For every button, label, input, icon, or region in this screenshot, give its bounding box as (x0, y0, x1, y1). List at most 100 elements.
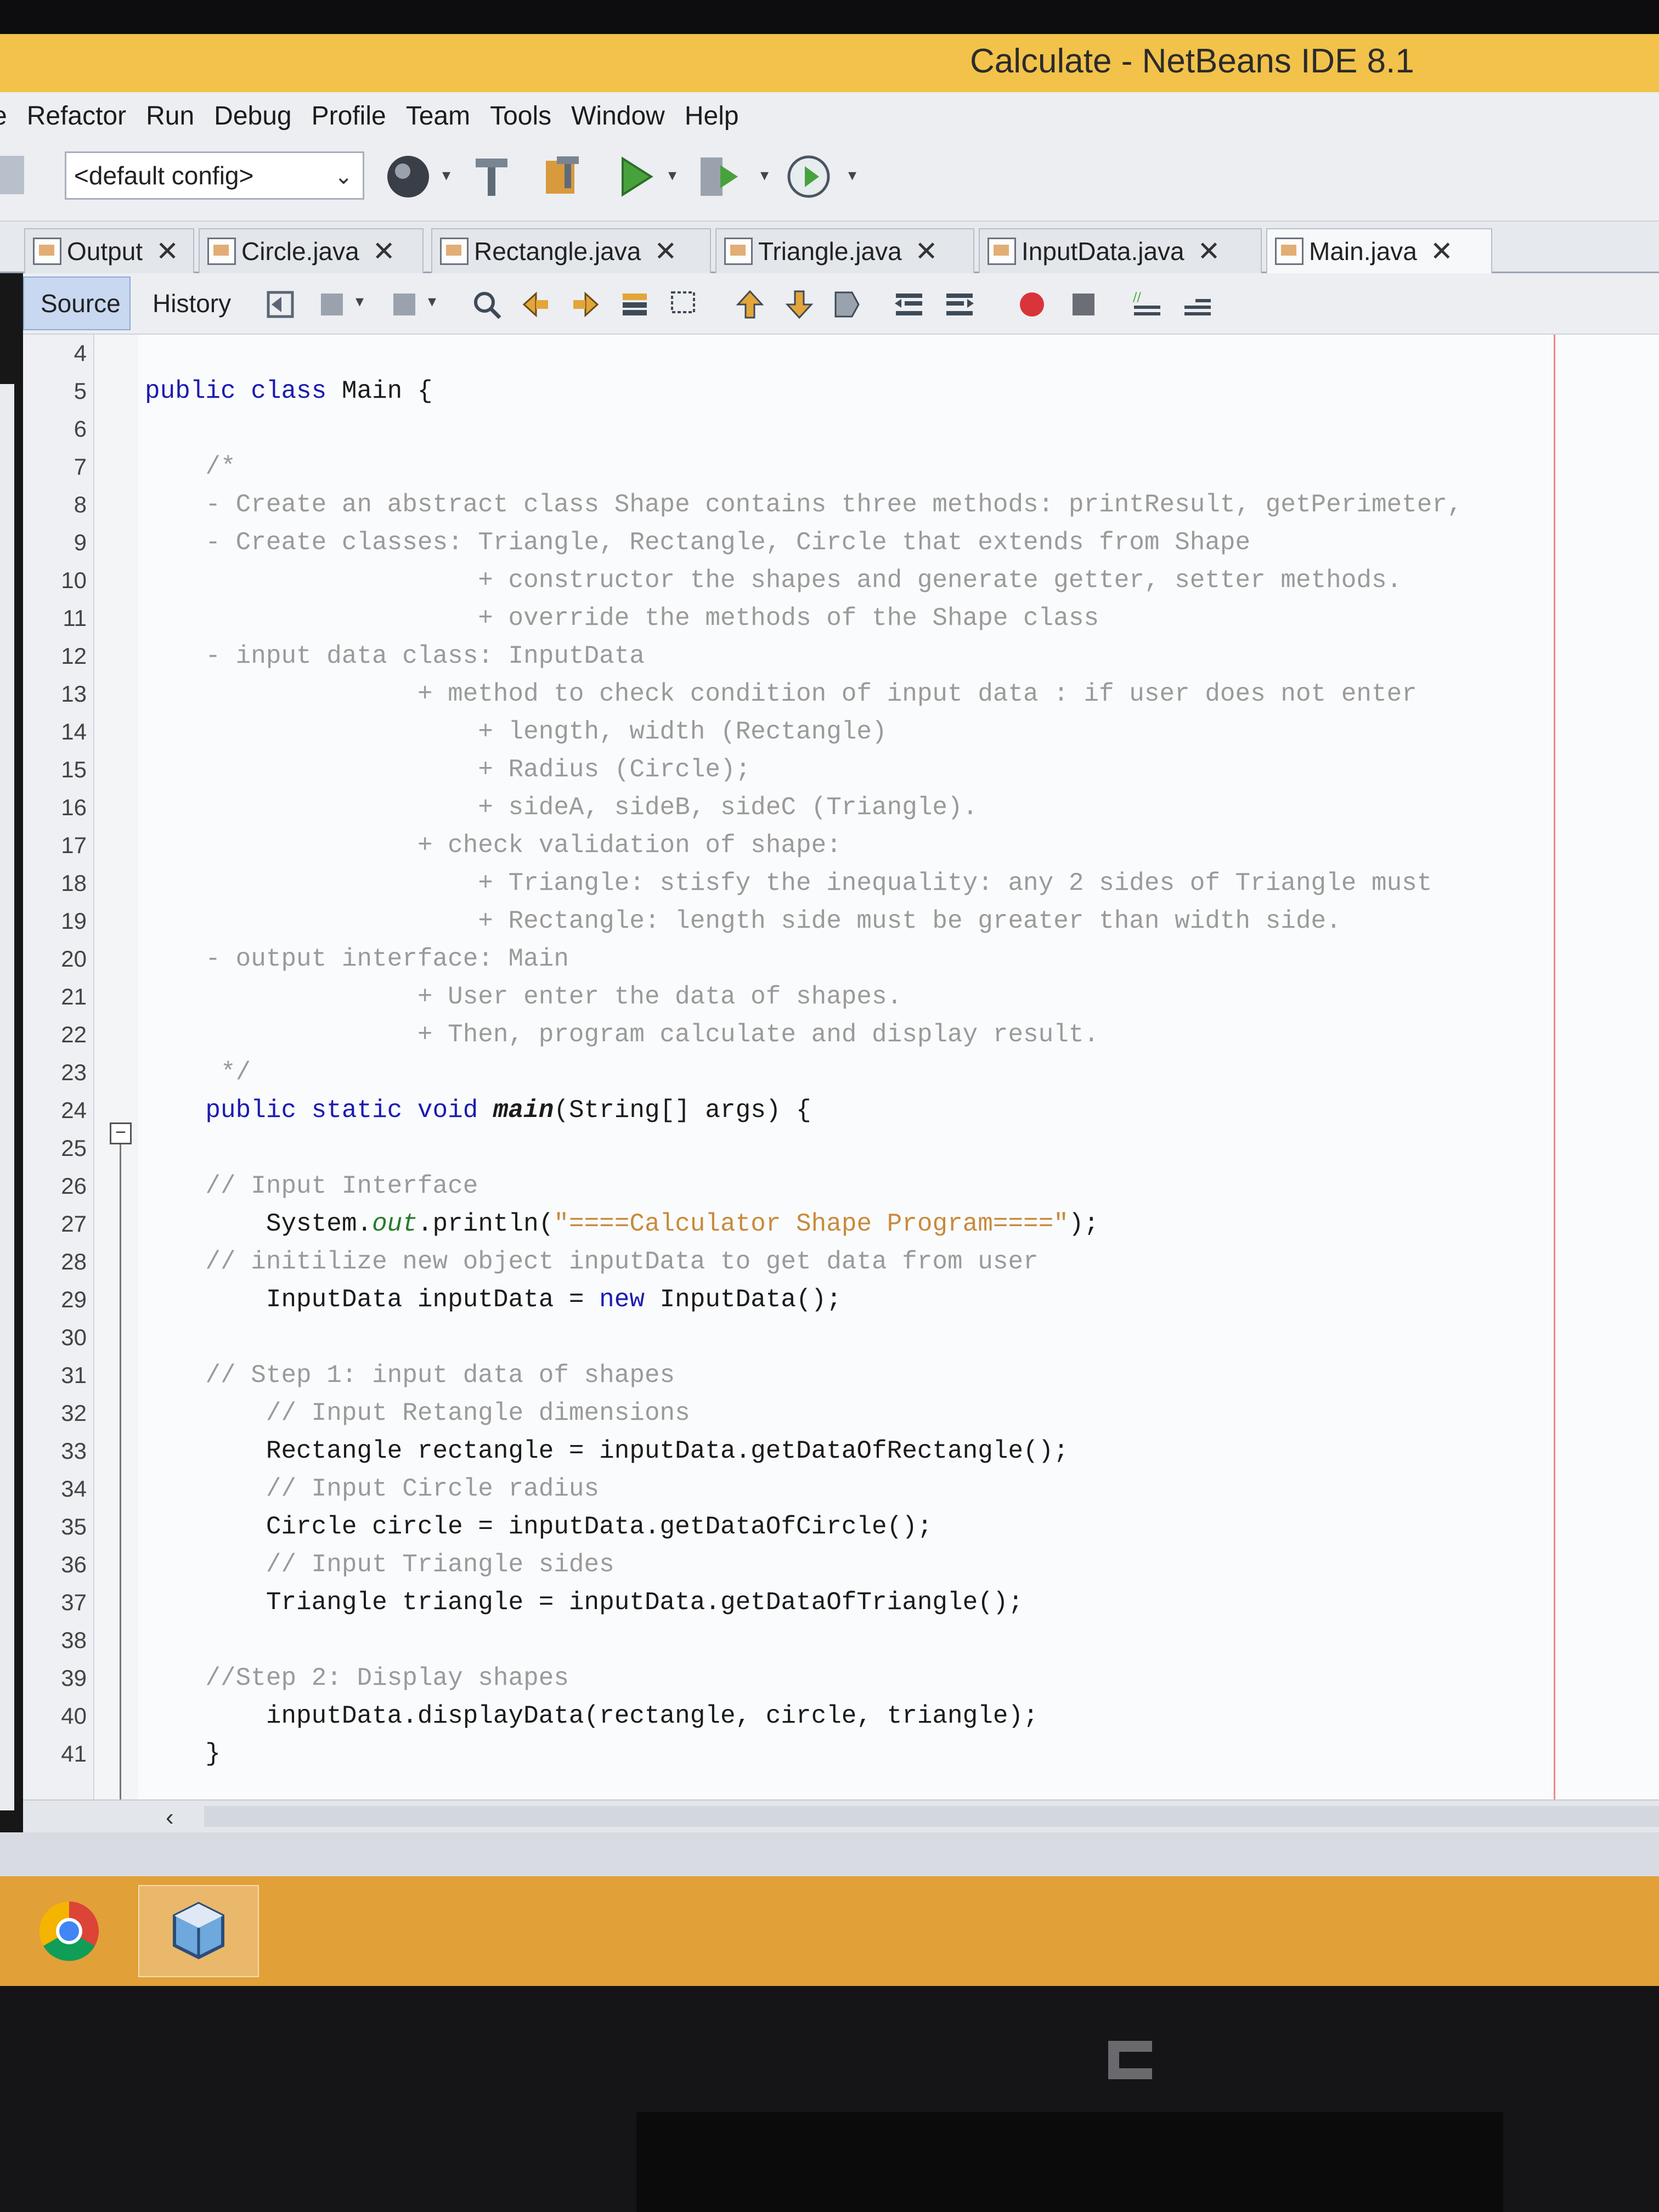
record-macro-icon[interactable] (1013, 285, 1051, 324)
chrome-icon[interactable] (9, 1885, 129, 1977)
code-line: 37 Triangle triangle = inputData.getData… (23, 1584, 1659, 1622)
history-button[interactable]: History (136, 276, 240, 330)
line-number: 25 (61, 1135, 87, 1161)
line-number: 15 (61, 757, 87, 782)
line-number: 16 (61, 794, 87, 820)
line-number: 33 (61, 1438, 87, 1464)
code-line: 41 } (23, 1735, 1659, 1773)
shift-left-icon[interactable] (890, 285, 928, 324)
config-select[interactable]: <default config> ⌄ (65, 151, 364, 200)
previous-bookmark-icon[interactable] (731, 285, 769, 324)
close-icon[interactable]: ✕ (156, 235, 179, 267)
profile-dropdown-caret[interactable]: ▾ (848, 166, 856, 185)
menu-item-window[interactable]: Window (571, 101, 665, 131)
menu-item-edit[interactable]: e (0, 101, 7, 131)
find-previous-icon[interactable] (517, 285, 555, 324)
code-text: - output interface: Main (145, 945, 569, 973)
tab-label: Circle.java (241, 237, 359, 266)
code-line: 8 - Create an abstract class Shape conta… (23, 486, 1659, 524)
run-icon[interactable] (609, 150, 662, 203)
code-text: inputData.displayData(rectangle, circle,… (145, 1702, 1039, 1730)
line-number: 40 (61, 1703, 87, 1729)
stop-macro-icon[interactable] (1064, 285, 1103, 324)
back-icon[interactable] (313, 285, 351, 324)
close-icon[interactable]: ✕ (654, 235, 677, 267)
close-icon[interactable]: ✕ (915, 235, 938, 267)
code-line: 23 */ (23, 1054, 1659, 1092)
debug-icon[interactable] (692, 150, 745, 203)
window-title-bar: Calculate - NetBeans IDE 8.1 (0, 34, 1659, 92)
close-icon[interactable]: ✕ (1198, 235, 1221, 267)
uncomment-icon[interactable] (1178, 285, 1217, 324)
scroll-left-icon[interactable]: ‹ (166, 1804, 174, 1831)
code-line: 13 + method to check condition of input … (23, 675, 1659, 713)
code-line: 40 inputData.displayData(rectangle, circ… (23, 1697, 1659, 1735)
toolbar-partial-icon[interactable] (0, 156, 24, 194)
menu-item-help[interactable]: Help (685, 101, 739, 131)
java-file-icon (1275, 238, 1304, 265)
clean-build-icon[interactable] (535, 150, 588, 203)
menu-item-team[interactable]: Team (406, 101, 470, 131)
globe-dropdown-caret[interactable]: ▾ (442, 166, 450, 185)
back-dropdown-caret[interactable]: ▾ (356, 292, 364, 311)
history-button-label: History (153, 289, 232, 318)
toggle-highlight-icon[interactable] (616, 285, 654, 324)
source-button[interactable]: Source (23, 276, 131, 330)
build-hammer-icon[interactable] (465, 150, 518, 203)
code-line: 16 + sideA, sideB, sideC (Triangle). (23, 789, 1659, 827)
code-text: // Input Interface (145, 1172, 478, 1200)
code-editor[interactable]: − 4 5 public class Main { 6 7 /* 8 - Crea… (23, 335, 1659, 2212)
tab-inputdata-java[interactable]: InputData.java ✕ (979, 228, 1262, 273)
globe-icon[interactable] (382, 150, 435, 203)
next-bookmark-icon[interactable] (780, 285, 819, 324)
left-window-edge (0, 384, 14, 1810)
scrollbar-thumb[interactable] (204, 1806, 1659, 1827)
tab-main-java[interactable]: Main.java ✕ (1266, 228, 1492, 273)
code-line: 15 + Radius (Circle); (23, 751, 1659, 789)
source-button-label: Source (41, 289, 121, 318)
tab-triangle-java[interactable]: Triangle.java ✕ (715, 228, 974, 273)
menu-item-profile[interactable]: Profile (312, 101, 386, 131)
menu-item-refactor[interactable]: Refactor (27, 101, 126, 131)
horizontal-scrollbar[interactable]: ‹ (23, 1799, 1659, 1832)
code-line: 7 /* (23, 448, 1659, 486)
forward-icon[interactable] (385, 285, 424, 324)
menu-item-tools[interactable]: Tools (490, 101, 551, 131)
menu-item-debug[interactable]: Debug (214, 101, 291, 131)
code-text: + length, width (Rectangle) (145, 718, 887, 746)
line-number: 6 (74, 416, 87, 442)
line-number: 5 (74, 378, 87, 404)
line-number: 13 (61, 681, 87, 707)
debug-dropdown-caret[interactable]: ▾ (760, 166, 769, 185)
code-text: + sideA, sideB, sideC (Triangle). (145, 793, 978, 822)
run-dropdown-caret[interactable]: ▾ (668, 166, 676, 185)
rectangular-selection-icon[interactable] (665, 285, 703, 324)
tab-output[interactable]: Output ✕ (24, 228, 194, 273)
forward-dropdown-caret[interactable]: ▾ (428, 292, 436, 311)
virtualbox-icon[interactable] (138, 1885, 259, 1977)
line-number: 20 (61, 946, 87, 972)
line-number: 12 (61, 643, 87, 669)
tab-circle-java[interactable]: Circle.java ✕ (199, 228, 424, 273)
find-icon[interactable] (467, 285, 506, 324)
tab-rectangle-java[interactable]: Rectangle.java ✕ (431, 228, 711, 273)
close-icon[interactable]: ✕ (373, 235, 396, 267)
java-file-icon (724, 238, 753, 265)
line-number: 28 (61, 1249, 87, 1274)
code-text: */ (145, 1058, 251, 1087)
toggle-bookmark-icon[interactable] (827, 285, 866, 324)
code-text: + constructor the shapes and generate ge… (145, 566, 1402, 595)
line-number: 29 (61, 1286, 87, 1312)
close-icon[interactable]: ✕ (1430, 235, 1453, 267)
code-line: 18 + Triangle: stisfy the inequality: an… (23, 865, 1659, 902)
output-window-icon (33, 238, 61, 265)
code-line: 35 Circle circle = inputData.getDataOfCi… (23, 1508, 1659, 1546)
menu-item-run[interactable]: Run (146, 101, 194, 131)
code-text: // initilize new object inputData to get… (145, 1248, 1039, 1276)
profile-icon[interactable] (782, 150, 835, 203)
comment-icon[interactable]: // (1128, 285, 1166, 324)
find-next-icon[interactable] (566, 285, 605, 324)
shift-right-icon[interactable] (940, 285, 979, 324)
last-edit-icon[interactable] (261, 285, 300, 324)
code-line: 33 Rectangle rectangle = inputData.getDa… (23, 1432, 1659, 1470)
